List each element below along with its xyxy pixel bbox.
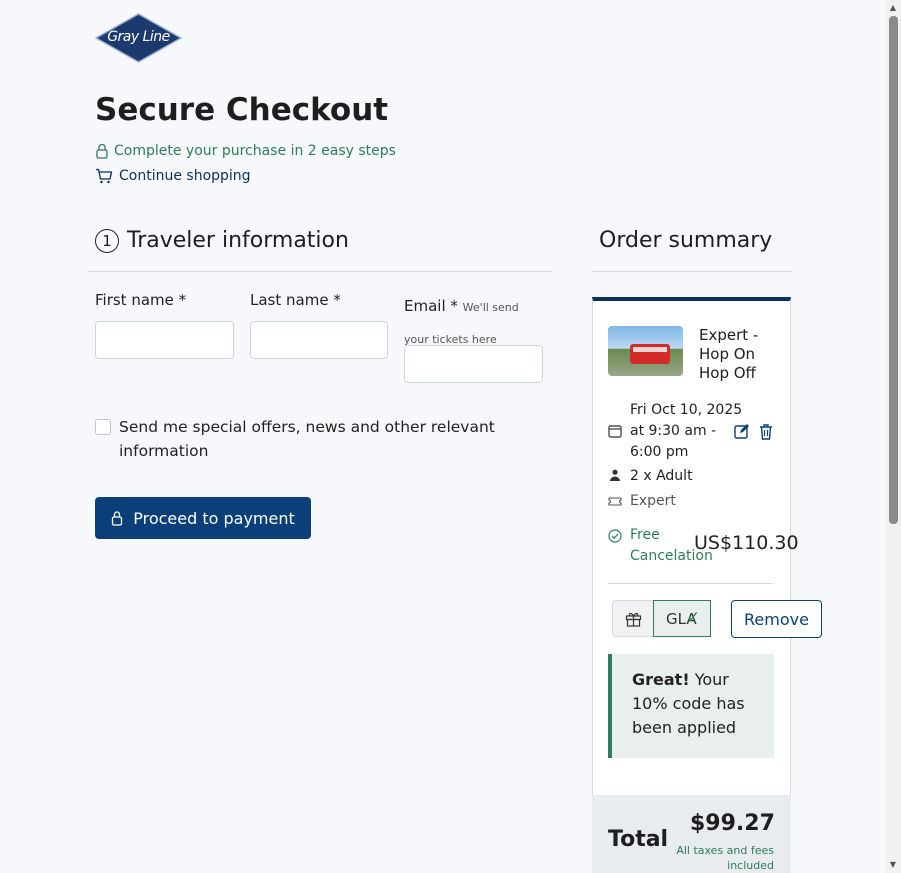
- ticket-icon: [608, 497, 622, 506]
- ticket-type: Expert: [630, 493, 676, 509]
- traveler-section-title: 1 Traveler information: [95, 228, 349, 253]
- gift-icon: [625, 612, 641, 627]
- free-cancelation-text: Free Cancelation: [630, 527, 713, 564]
- date-line-3: 6:00 pm: [630, 444, 689, 460]
- lock-icon: [112, 511, 123, 526]
- first-name-field[interactable]: [95, 321, 234, 359]
- product-thumbnail: [608, 326, 683, 376]
- date-line-1: Fri Oct 10, 2025: [630, 402, 743, 418]
- step-number-badge: 1: [95, 228, 119, 253]
- easy-steps-text: Complete your purchase in 2 easy steps: [114, 143, 396, 159]
- person-icon: [610, 469, 620, 481]
- email-field[interactable]: [404, 345, 543, 383]
- scroll-down-arrow-icon[interactable]: ▼: [888, 860, 898, 869]
- summary-divider: [592, 271, 792, 272]
- taxes-note: All taxes and fees included: [676, 844, 774, 872]
- offers-checkbox-label[interactable]: Send me special offers, news and other r…: [119, 415, 539, 463]
- proceed-to-payment-button[interactable]: Proceed to payment: [95, 497, 311, 539]
- email-label-text: Email *: [404, 297, 458, 315]
- last-name-field[interactable]: [250, 321, 388, 359]
- cart-icon: [96, 168, 113, 184]
- card-divider: [608, 583, 773, 584]
- free-cancelation: Free Cancelation: [608, 525, 713, 567]
- first-name-label: First name *: [95, 291, 187, 309]
- code-applied-alert: Great! Your 10% code has been applied: [608, 654, 774, 758]
- scroll-up-arrow-icon[interactable]: ▲: [888, 3, 898, 12]
- calendar-icon: [608, 425, 622, 438]
- proceed-label: Proceed to payment: [133, 508, 295, 528]
- remove-code-button[interactable]: Remove: [731, 600, 822, 638]
- last-name-label: Last name *: [250, 291, 341, 309]
- traveler-title-text: Traveler information: [127, 228, 349, 253]
- order-summary-title: Order summary: [599, 228, 773, 253]
- item-price: US$110.30: [694, 532, 799, 554]
- logo-text: Gray Line: [107, 29, 170, 45]
- bus-image: [630, 344, 670, 364]
- product-name: Expert - Hop On Hop Off: [699, 326, 759, 382]
- order-summary-card: [592, 297, 791, 873]
- total-amount: $99.27: [690, 811, 775, 836]
- easy-steps-note: Complete your purchase in 2 easy steps: [95, 143, 396, 159]
- continue-shopping-link[interactable]: Continue shopping: [95, 168, 251, 184]
- trash-icon[interactable]: [758, 423, 774, 440]
- alert-strong: Great!: [632, 670, 690, 689]
- travelers-count: 2 x Adult: [630, 468, 693, 484]
- code-valid-check-icon: ✓: [686, 608, 701, 628]
- continue-shopping-label: Continue shopping: [119, 168, 251, 184]
- offers-checkbox[interactable]: [95, 419, 111, 435]
- date-line-2: at 9:30 am -: [630, 423, 717, 439]
- edit-icon[interactable]: [734, 423, 750, 439]
- promo-code-input[interactable]: GLA: [653, 600, 711, 637]
- lock-icon: [96, 143, 108, 159]
- gray-line-logo[interactable]: Gray Line: [94, 13, 183, 63]
- gift-code-button[interactable]: [612, 600, 654, 637]
- section-divider: [88, 271, 552, 272]
- booking-date: Fri Oct 10, 2025 at 9:30 am - 6:00 pm: [630, 400, 742, 463]
- page-title: Secure Checkout: [95, 92, 389, 128]
- scrollbar-thumb[interactable]: [889, 16, 898, 524]
